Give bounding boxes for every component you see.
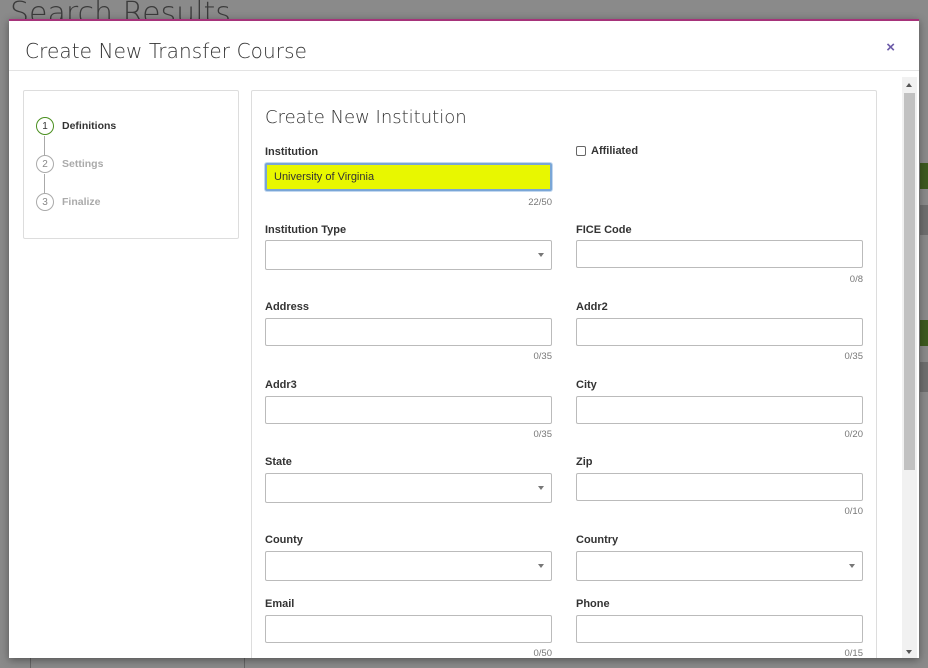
phone-counter: 0/15 <box>844 648 864 658</box>
fice-code-label: FICE Code <box>576 224 632 236</box>
step-label: Settings <box>62 158 104 170</box>
country-select[interactable] <box>576 551 863 581</box>
city-label: City <box>576 379 597 391</box>
address-counter: 0/35 <box>533 351 553 362</box>
step-number: 1 <box>36 117 54 135</box>
step-settings[interactable]: 2 Settings <box>36 155 103 173</box>
affiliated-label: Affiliated <box>591 145 639 157</box>
fice-code-counter: 0/8 <box>849 274 863 285</box>
scroll-down-arrow-icon[interactable] <box>906 650 912 654</box>
create-institution-form: Create New Institution Institution 22/50… <box>251 90 877 658</box>
phone-input[interactable] <box>576 615 863 643</box>
zip-counter: 0/10 <box>844 506 864 517</box>
step-definitions[interactable]: 1 Definitions <box>36 117 116 135</box>
background-button <box>920 320 928 346</box>
institution-type-select[interactable] <box>265 240 552 270</box>
addr3-input[interactable] <box>265 396 552 424</box>
institution-type-label: Institution Type <box>265 224 347 236</box>
county-select[interactable] <box>265 551 552 581</box>
zip-label: Zip <box>576 456 593 468</box>
addr2-input[interactable] <box>576 318 863 346</box>
address-label: Address <box>265 301 310 313</box>
phone-label: Phone <box>576 598 610 610</box>
modal-scrollbar[interactable] <box>902 77 917 658</box>
email-input[interactable] <box>265 615 552 643</box>
wizard-stepper: 1 Definitions 2 Settings 3 Finalize <box>23 90 239 239</box>
email-label: Email <box>265 598 295 610</box>
chevron-down-icon <box>538 486 544 490</box>
background-button <box>920 163 928 189</box>
step-label: Definitions <box>62 120 117 132</box>
create-transfer-course-modal: Create New Transfer Course × 1 Definitio… <box>9 19 919 658</box>
step-connector <box>44 174 45 194</box>
scrollbar-thumb[interactable] <box>904 93 915 470</box>
close-icon[interactable]: × <box>886 39 895 56</box>
step-finalize[interactable]: 3 Finalize <box>36 193 101 211</box>
address-input[interactable] <box>265 318 552 346</box>
step-number: 3 <box>36 193 54 211</box>
fice-code-input[interactable] <box>576 240 863 268</box>
form-title: Create New Institution <box>265 107 467 128</box>
background-row <box>920 205 928 235</box>
step-label: Finalize <box>62 196 101 208</box>
modal-header: Create New Transfer Course × <box>9 21 919 71</box>
state-select[interactable] <box>265 473 552 503</box>
city-counter: 0/20 <box>844 429 864 440</box>
institution-input[interactable] <box>265 163 552 191</box>
city-input[interactable] <box>576 396 863 424</box>
background-panel-edge <box>30 658 245 668</box>
affiliated-checkbox-group[interactable]: Affiliated <box>576 145 638 157</box>
chevron-down-icon <box>538 253 544 257</box>
addr3-counter: 0/35 <box>533 429 553 440</box>
chevron-down-icon <box>849 564 855 568</box>
scroll-up-arrow-icon[interactable] <box>906 83 912 87</box>
county-label: County <box>265 534 303 546</box>
institution-counter: 22/50 <box>528 197 552 208</box>
modal-title: Create New Transfer Course <box>25 39 307 63</box>
institution-label: Institution <box>265 146 319 158</box>
step-number: 2 <box>36 155 54 173</box>
addr2-label: Addr2 <box>576 301 608 313</box>
zip-input[interactable] <box>576 473 863 501</box>
chevron-down-icon <box>538 564 544 568</box>
country-label: Country <box>576 534 619 546</box>
email-counter: 0/50 <box>533 648 553 658</box>
background-row <box>920 362 928 392</box>
addr2-counter: 0/35 <box>844 351 864 362</box>
addr3-label: Addr3 <box>265 379 297 391</box>
step-connector <box>44 136 45 156</box>
state-label: State <box>265 456 292 468</box>
affiliated-checkbox[interactable] <box>576 146 586 156</box>
